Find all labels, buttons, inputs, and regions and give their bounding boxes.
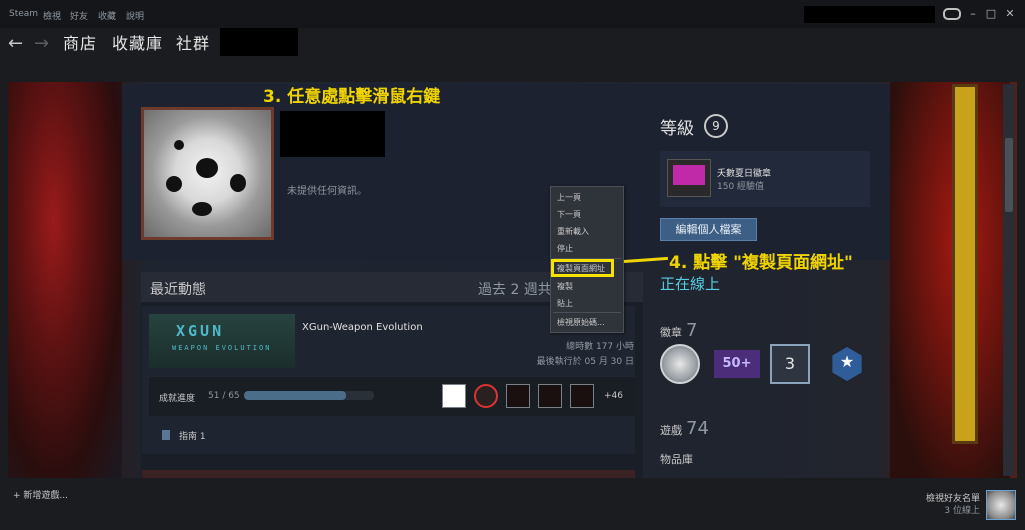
forward-arrow-icon[interactable]: → [34, 34, 49, 54]
maximize-button[interactable]: □ [983, 7, 999, 21]
nav-community[interactable]: 社群 [176, 34, 210, 54]
menu-friends[interactable]: 好友 [70, 9, 88, 22]
profile-avatar[interactable] [141, 107, 274, 240]
game-logo-subtitle: WEAPON EVOLUTION [172, 344, 272, 352]
achievement-tree-icon[interactable] [442, 384, 466, 408]
context-back[interactable]: 上一頁 [557, 192, 581, 203]
minimize-button[interactable]: – [965, 7, 981, 21]
scrollbar-thumb[interactable] [1005, 138, 1013, 212]
achievements-label: 成就進度 [159, 394, 196, 404]
badges-label: 徽章 [660, 326, 682, 339]
games-label: 遊戲 [660, 424, 682, 437]
achievement-flag-icon-2[interactable] [538, 384, 562, 408]
context-forward[interactable]: 下一頁 [557, 209, 581, 220]
back-arrow-icon[interactable]: ← [8, 34, 23, 54]
friends-online-count: 3 位線上 [944, 506, 980, 516]
profile-summary: 未提供任何資訊。 [287, 186, 367, 197]
close-button[interactable]: ✕ [1002, 7, 1018, 21]
recent-activity-title: 最近動態 [150, 282, 206, 298]
redacted-profile-name [280, 111, 385, 157]
context-copy[interactable]: 複製 [557, 281, 573, 292]
edit-profile-button[interactable]: 編輯個人檔案 [660, 218, 757, 241]
annotation-step-4: 4. 點擊 "複製頁面網址" [669, 253, 853, 273]
background-artwork-left [8, 82, 122, 478]
copy-url-highlight [551, 259, 614, 277]
game-total-hours: 總時數 177 小時 [566, 342, 634, 352]
context-stop[interactable]: 停止 [557, 243, 573, 254]
badges-count: 7 [686, 320, 698, 341]
inventory-link[interactable]: 物品庫 [660, 451, 693, 467]
menu-help[interactable]: 說明 [126, 9, 144, 22]
achievement-flag-icon-3[interactable] [570, 384, 594, 408]
background-artwork-stripe [952, 84, 978, 444]
redacted-username [804, 6, 935, 23]
user-avatar[interactable] [986, 490, 1016, 520]
games-heading[interactable]: 遊戲 74 [660, 418, 709, 439]
badge-50-icon[interactable]: 50+ [714, 350, 760, 378]
annotation-step-3: 3. 任意處點擊滑鼠右鍵 [263, 87, 441, 107]
level-badge: 9 [704, 114, 728, 138]
game-logo-text: XGUN [176, 322, 225, 340]
menu-steam[interactable]: Steam [9, 9, 38, 19]
context-paste[interactable]: 貼上 [557, 298, 573, 309]
achievement-flag-icon-1[interactable] [506, 384, 530, 408]
guide-link[interactable]: 指南 1 [179, 429, 206, 442]
achievement-target-icon[interactable] [474, 384, 498, 408]
level-label: 等級 [660, 119, 694, 139]
featured-badge-xp: 150 經驗值 [717, 182, 765, 192]
nav-library[interactable]: 收藏庫 [112, 34, 163, 54]
next-game-card [142, 470, 635, 478]
background-artwork-right [890, 82, 1010, 478]
achievement-progress-fill [244, 391, 346, 400]
guide-icon [162, 430, 170, 440]
badge-coin-icon[interactable] [660, 344, 700, 384]
achievement-progress-bar [244, 391, 374, 400]
nav-store[interactable]: 商店 [63, 34, 97, 54]
badge-3-icon[interactable]: 3 [770, 344, 810, 384]
context-separator [553, 312, 621, 313]
game-last-played: 最後執行於 05 月 30 日 [536, 357, 634, 367]
achievements-count: 51 / 65 [208, 391, 240, 401]
avatar-image [144, 110, 271, 237]
big-picture-icon[interactable] [943, 8, 961, 20]
game-name-link[interactable]: XGun-Weapon Evolution [302, 322, 423, 333]
add-game-button[interactable]: + 新增遊戲... [13, 488, 68, 501]
games-count: 74 [686, 418, 709, 439]
featured-badge-name: 夭數夏日徽章 [717, 169, 772, 179]
online-status: 正在線上 [660, 275, 721, 293]
redacted-nav-username [220, 28, 298, 56]
menu-view[interactable]: 檢視 [43, 9, 61, 22]
menu-collection[interactable]: 收藏 [98, 9, 116, 22]
bottom-bar [0, 478, 1025, 530]
badge-tv-icon [667, 159, 711, 197]
context-view-source[interactable]: 檢視原始碼... [557, 317, 605, 328]
badges-heading[interactable]: 徽章 7 [660, 320, 697, 341]
context-reload[interactable]: 重新載入 [557, 226, 589, 237]
achievements-more[interactable]: +46 [604, 391, 623, 401]
